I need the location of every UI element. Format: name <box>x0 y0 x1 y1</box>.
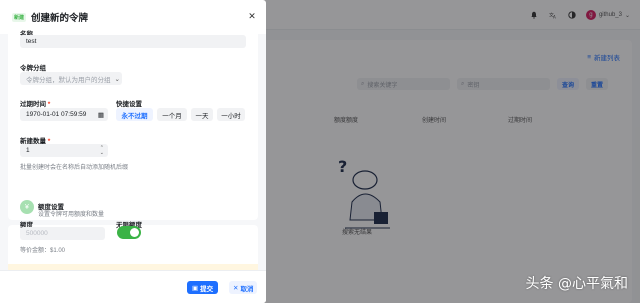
toggle-knob <box>130 228 139 237</box>
stepper-arrows-icon[interactable]: ⌃ ⌄ <box>100 145 104 156</box>
group-select[interactable]: 令牌分组，默认为用户的分组 ⌄ <box>20 72 122 85</box>
watermark: 头条 @心平氣和 <box>525 276 628 292</box>
quick-one-month-button[interactable]: 一个月 <box>157 108 187 121</box>
count-hint: 批量创建时会在名称后自动添加随机后缀 <box>20 165 129 171</box>
quick-settings-label: 快捷设置 <box>116 101 142 108</box>
calendar-icon: ▦ <box>97 111 104 119</box>
expire-datetime-input[interactable]: 1970-01-01 07:59:59 ▦ <box>20 108 108 121</box>
basic-info-card: 名称 test 令牌分组 令牌分组，默认为用户的分组 ⌄ 过期时间 * 1970… <box>8 28 258 220</box>
quick-never-expire-button[interactable]: 永不过期 <box>116 108 153 121</box>
sheet-title: 创建新的令牌 <box>31 13 89 24</box>
name-input[interactable]: test <box>20 35 246 48</box>
quota-subtitle: 设置令牌可用额度和数量 <box>38 212 105 218</box>
cancel-button[interactable]: ✕ 取消 <box>229 281 258 294</box>
expire-label: 过期时间 * <box>20 101 51 108</box>
close-icon[interactable]: ✕ <box>247 11 257 21</box>
close-icon: ✕ <box>233 284 239 292</box>
unlimited-toggle[interactable] <box>117 226 141 239</box>
quota-input[interactable]: 500000 <box>20 227 105 240</box>
quota-icon: ¥ <box>20 200 34 214</box>
sheet-footer: ▣ 提交 ✕ 取消 <box>0 270 266 303</box>
quick-one-day-button[interactable]: 一天 <box>191 108 213 121</box>
count-stepper[interactable]: 1 ⌃ ⌄ <box>20 144 108 157</box>
new-badge: 新建 <box>12 12 27 22</box>
create-token-sheet: 新建 创建新的令牌 ✕ 名称 test 令牌分组 令牌分组，默认为用户的分组 ⌄… <box>0 0 266 303</box>
sheet-body[interactable]: 名称 test 令牌分组 令牌分组，默认为用户的分组 ⌄ 过期时间 * 1970… <box>0 28 266 285</box>
equivalent-amount: 等价金额：$1.00 <box>20 248 66 254</box>
group-label: 令牌分组 <box>20 65 46 72</box>
quick-one-hour-button[interactable]: 一小时 <box>217 108 245 121</box>
submit-button[interactable]: ▣ 提交 <box>187 281 219 294</box>
save-icon: ▣ <box>192 284 199 292</box>
chevron-down-icon: ⌄ <box>114 75 120 83</box>
